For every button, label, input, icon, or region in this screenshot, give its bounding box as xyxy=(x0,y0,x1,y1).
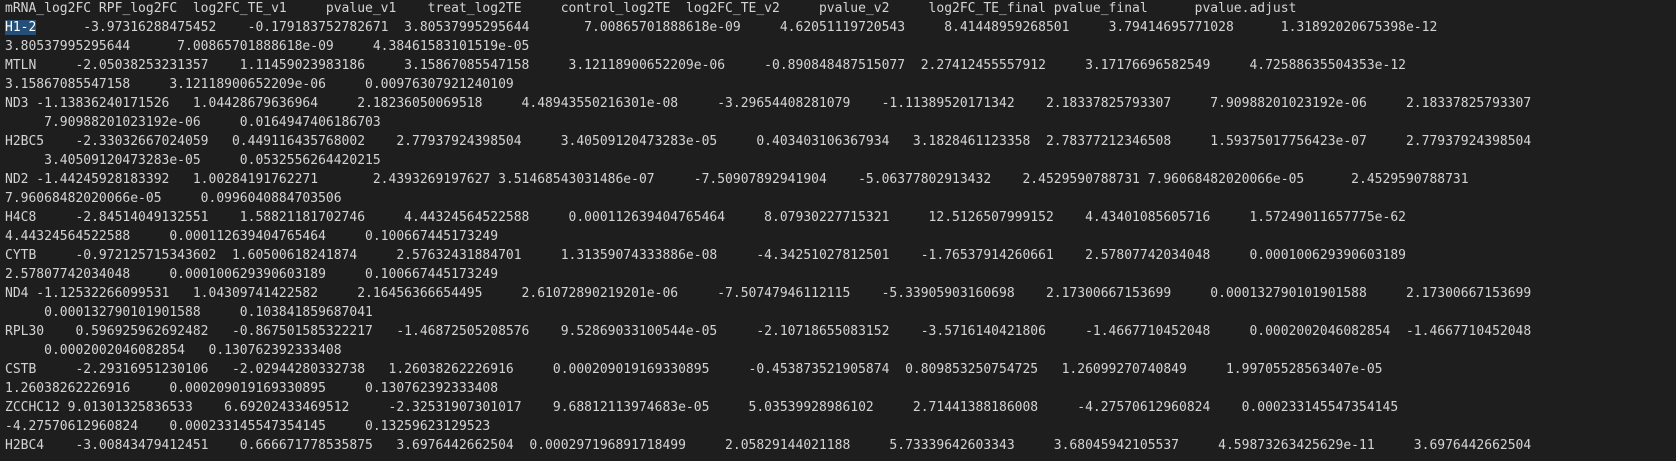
data-line: -4.27570612960824 0.000233145547354145 0… xyxy=(5,419,491,434)
text-viewer[interactable]: mRNA_log2FC RPF_log2FC log2FC_TE_v1 pval… xyxy=(0,0,1676,461)
data-line: CYTB -0.972125715343602 1.60500618241874… xyxy=(5,248,1406,263)
data-line: 2.57807742034048 0.000100629390603189 0.… xyxy=(5,267,499,282)
data-line: MTLN -2.05038253231357 1.11459023983186 … xyxy=(5,58,1406,73)
data-line: 3.40509120473283e-05 0.0532556264420215 xyxy=(5,153,381,168)
data-line-text: -3.97316288475452 -0.179183752782671 3.8… xyxy=(36,20,1438,35)
data-line: ND2 -1.44245928183392 1.00284191762271 2… xyxy=(5,172,1469,187)
data-line: 3.15867085547158 3.12118900652209e-06 0.… xyxy=(5,77,514,92)
data-line: ND4 -1.12532266099531 1.04309741422582 2… xyxy=(5,286,1532,301)
data-line: 1.26038262226916 0.000209019169330895 0.… xyxy=(5,381,499,396)
data-line: RPL30 0.596925962692482 -0.8675015853222… xyxy=(5,324,1532,339)
data-line: H2BC4 -3.00843479412451 0.66667177853587… xyxy=(5,438,1532,453)
data-line: 7.96068482020066e-05 0.0996040884703506 xyxy=(5,191,342,206)
header-line: mRNA_log2FC RPF_log2FC log2FC_TE_v1 pval… xyxy=(5,1,1297,16)
data-line: ZCCHC12 9.01301325836533 6.6920243346951… xyxy=(5,400,1399,415)
data-line: 0.000132790101901588 0.103841859687041 xyxy=(5,305,373,320)
data-line: ND3 -1.13836240171526 1.04428679636964 2… xyxy=(5,96,1532,111)
data-line: CSTB -2.29316951230106 -2.02944280332738… xyxy=(5,362,1383,377)
data-line: 7.90988201023192e-06 0.0164947406186703 xyxy=(5,115,381,130)
data-line: H4C8 -2.84514049132551 1.58821181702746 … xyxy=(5,210,1406,225)
data-line: H2BC5 -2.33032667024059 0.44911643576800… xyxy=(5,134,1532,149)
data-line: 3.80537995295644 7.00865701888618e-09 4.… xyxy=(5,39,530,54)
data-line: 0.0002002046082854 0.130762392333408 xyxy=(5,343,342,358)
selected-text[interactable]: H1-2 xyxy=(5,20,37,35)
data-line: H1-2 -3.97316288475452 -0.17918375278267… xyxy=(5,19,1671,37)
data-line: 4.44324564522588 0.000112639404765464 0.… xyxy=(5,229,499,244)
